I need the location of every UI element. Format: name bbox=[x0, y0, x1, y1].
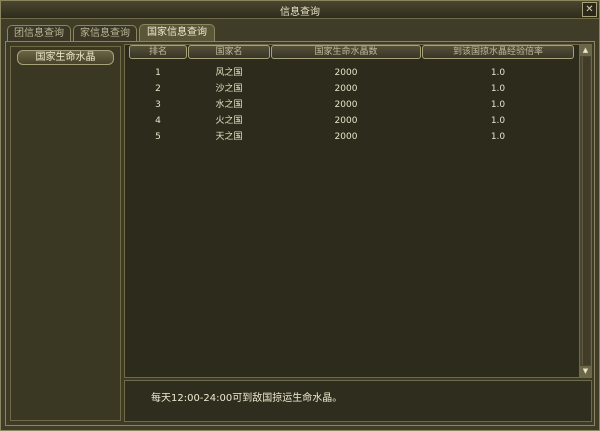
country-name-cell: 水之国 bbox=[215, 100, 243, 110]
title-bar[interactable]: 信息查询 ✕ bbox=[1, 1, 599, 19]
exp-rate-cell: 1.0 bbox=[490, 100, 506, 110]
scroll-up-arrow-icon[interactable]: ▲ bbox=[580, 45, 591, 56]
table-row[interactable]: 4 火之国 2000 1.0 bbox=[125, 113, 577, 129]
info-panel: 每天12:00-24:00可到敌国掠运生命水晶。 bbox=[124, 380, 592, 422]
window-title: 信息查询 bbox=[280, 7, 320, 18]
crystal-count-cell: 2000 bbox=[334, 84, 358, 94]
vertical-scrollbar[interactable]: ▲ ▼ bbox=[579, 45, 591, 377]
rank-cell: 1 bbox=[155, 68, 161, 78]
info-query-window: 信息查询 ✕ 团信息查询 家信息查询 国家信息查询 国家生命水晶 排名 国家名 … bbox=[0, 0, 600, 431]
country-name-cell: 天之国 bbox=[215, 132, 243, 142]
country-name-cell: 火之国 bbox=[215, 116, 243, 126]
scroll-down-arrow-icon[interactable]: ▼ bbox=[580, 366, 591, 377]
country-name-cell: 沙之国 bbox=[215, 84, 243, 94]
content-panel: 国家生命水晶 排名 国家名 国家生命水晶数 到该国掠水晶经验倍率 1 风之国 2… bbox=[5, 41, 595, 426]
column-header-rank[interactable]: 排名 bbox=[129, 45, 187, 59]
table-header: 排名 国家名 国家生命水晶数 到该国掠水晶经验倍率 bbox=[125, 45, 577, 59]
column-header-crystal-count[interactable]: 国家生命水晶数 bbox=[271, 45, 421, 59]
column-header-country-name[interactable]: 国家名 bbox=[188, 45, 270, 59]
crystal-count-cell: 2000 bbox=[334, 68, 358, 78]
rank-cell: 4 bbox=[155, 116, 161, 126]
rank-cell: 3 bbox=[155, 100, 161, 110]
close-button[interactable]: ✕ bbox=[582, 2, 597, 17]
info-text: 每天12:00-24:00可到敌国掠运生命水晶。 bbox=[151, 393, 343, 404]
tab-family-info[interactable]: 家信息查询 bbox=[73, 25, 137, 41]
tab-country-info[interactable]: 国家信息查询 bbox=[139, 24, 215, 42]
table-row[interactable]: 5 天之国 2000 1.0 bbox=[125, 129, 577, 145]
exp-rate-cell: 1.0 bbox=[490, 116, 506, 126]
crystal-count-cell: 2000 bbox=[334, 100, 358, 110]
exp-rate-cell: 1.0 bbox=[490, 132, 506, 142]
rank-cell: 2 bbox=[155, 84, 161, 94]
crystal-count-cell: 2000 bbox=[334, 132, 358, 142]
exp-rate-cell: 1.0 bbox=[490, 68, 506, 78]
table-row[interactable]: 2 沙之国 2000 1.0 bbox=[125, 81, 577, 97]
table-row[interactable]: 3 水之国 2000 1.0 bbox=[125, 97, 577, 113]
column-header-exp-rate[interactable]: 到该国掠水晶经验倍率 bbox=[422, 45, 574, 59]
scrollbar-track[interactable] bbox=[582, 57, 590, 365]
crystal-count-cell: 2000 bbox=[334, 116, 358, 126]
data-table: 排名 国家名 国家生命水晶数 到该国掠水晶经验倍率 1 风之国 2000 1.0… bbox=[124, 44, 592, 378]
table-row[interactable]: 1 风之国 2000 1.0 bbox=[125, 65, 577, 81]
exp-rate-cell: 1.0 bbox=[490, 84, 506, 94]
sidebar-item-country-crystal[interactable]: 国家生命水晶 bbox=[17, 50, 114, 65]
rank-cell: 5 bbox=[155, 132, 161, 142]
country-name-cell: 风之国 bbox=[215, 68, 243, 78]
tab-team-info[interactable]: 团信息查询 bbox=[7, 25, 71, 41]
sidebar: 国家生命水晶 bbox=[10, 46, 121, 421]
